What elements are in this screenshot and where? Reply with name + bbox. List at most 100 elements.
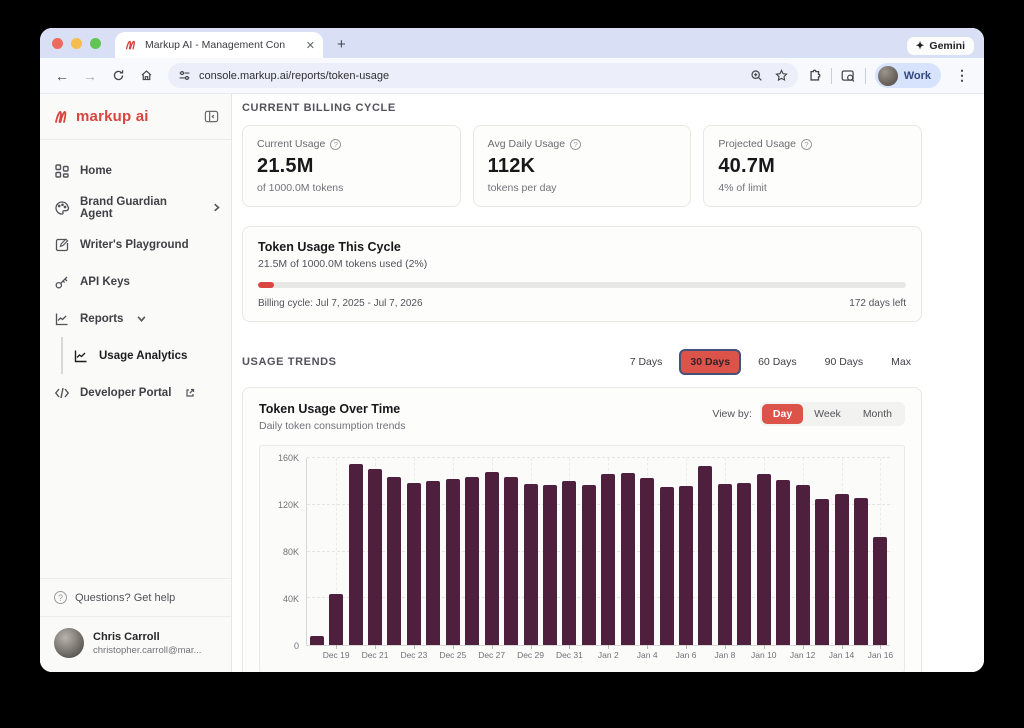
bar-slot [463, 458, 482, 645]
x-tick [336, 645, 337, 649]
bar-jan-10[interactable] [757, 474, 771, 645]
bar-jan-12[interactable] [796, 485, 810, 645]
bar-jan-6[interactable] [679, 486, 693, 645]
x-tick-label: Jan 8 [715, 650, 736, 660]
help-icon[interactable]: ? [330, 139, 341, 150]
user-avatar [54, 628, 84, 658]
range-max[interactable]: Max [880, 349, 922, 375]
bar-jan-8[interactable] [718, 484, 732, 645]
url-bar[interactable]: console.markup.ai/reports/token-usage [168, 63, 798, 88]
url-text[interactable]: console.markup.ai/reports/token-usage [199, 70, 742, 82]
range-90-days[interactable]: 90 Days [814, 349, 875, 375]
sidebar-item-brand-guardian-agent[interactable]: Brand Guardian Agent [54, 189, 221, 226]
bar-jan-14[interactable] [835, 494, 849, 645]
menu-kebab-icon[interactable]: ⋮ [950, 64, 974, 88]
bar-dec-27[interactable] [485, 472, 499, 645]
bar-jan-9[interactable] [737, 483, 751, 645]
bar-jan-1[interactable] [582, 485, 596, 645]
billing-section-title: CURRENT BILLING CYCLE [242, 102, 922, 114]
bar-slot [540, 458, 559, 645]
y-tick-label: 120K [278, 500, 299, 510]
view-by-week[interactable]: Week [803, 404, 852, 424]
profile-chip[interactable]: Work [875, 63, 941, 88]
x-tick-label: Jan 2 [598, 650, 619, 660]
bar-dec-30[interactable] [543, 485, 557, 645]
bar-slot [851, 458, 870, 645]
help-icon[interactable]: ? [570, 139, 581, 150]
sidebar-item-reports[interactable]: Reports [54, 300, 221, 337]
close-window-button[interactable] [52, 38, 63, 49]
window-controls[interactable] [52, 28, 101, 58]
bar-jan-13[interactable] [815, 499, 829, 645]
bar-slot: Dec 23 [404, 458, 423, 645]
reload-button[interactable] [106, 64, 130, 88]
x-tick-label: Jan 12 [790, 650, 816, 660]
line-chart-icon [54, 311, 70, 327]
bar-dec-26[interactable] [465, 477, 479, 645]
card-label: Current Usage [257, 138, 325, 150]
key-icon [54, 274, 70, 290]
bar-dec-21[interactable] [368, 469, 382, 645]
bar-dec-23[interactable] [407, 483, 421, 645]
sidebar-item-api-keys[interactable]: API Keys [54, 263, 221, 300]
new-tab-button[interactable]: + [337, 36, 346, 53]
cycle-title: Token Usage This Cycle [258, 240, 906, 254]
bar-jan-16[interactable] [873, 537, 887, 645]
bar-dec-28[interactable] [504, 477, 518, 645]
range-7-days[interactable]: 7 Days [619, 349, 674, 375]
extensions-icon[interactable] [808, 69, 822, 83]
bar-jan-15[interactable] [854, 498, 868, 645]
site-settings-icon[interactable] [178, 69, 191, 82]
bar-dec-25[interactable] [446, 479, 460, 645]
minimize-window-button[interactable] [71, 38, 82, 49]
zoom-icon[interactable] [750, 69, 763, 82]
zoom-window-button[interactable] [90, 38, 101, 49]
range-30-days[interactable]: 30 Days [679, 349, 741, 375]
card-value: 112K [488, 155, 677, 178]
bar-dec-29[interactable] [524, 484, 538, 645]
bar-dec-24[interactable] [426, 481, 440, 645]
bar-slot [696, 458, 715, 645]
get-help-label: Questions? Get help [75, 592, 175, 604]
sidebar-item-usage-analytics[interactable]: Usage Analytics [73, 337, 221, 374]
sidebar-item-developer-portal[interactable]: Developer Portal [54, 374, 221, 411]
tab-favicon-icon [125, 39, 138, 52]
gemini-badge[interactable]: ✦ Gemini [907, 37, 974, 55]
bar-dec-18[interactable] [310, 636, 324, 645]
view-by-month[interactable]: Month [852, 404, 903, 424]
view-by-day[interactable]: Day [762, 404, 803, 424]
bar-jan-3[interactable] [621, 473, 635, 645]
chart-plot: Dec 19Dec 21Dec 23Dec 25Dec 27Dec 29Dec … [306, 458, 890, 646]
forward-button[interactable]: → [78, 64, 102, 88]
bookmark-star-icon[interactable] [775, 69, 788, 82]
bar-jan-5[interactable] [660, 487, 674, 645]
bar-dec-31[interactable] [562, 481, 576, 645]
sidebar-item-home[interactable]: Home [54, 152, 221, 189]
billing-cycle-range: Billing cycle: Jul 7, 2025 - Jul 7, 2026 [258, 298, 423, 309]
sidebar-item-label: API Keys [80, 276, 130, 288]
bar-slot [774, 458, 793, 645]
bar-jan-4[interactable] [640, 478, 654, 645]
bar-slot: Dec 25 [443, 458, 462, 645]
tab-search-icon[interactable] [841, 69, 856, 83]
bar-jan-7[interactable] [698, 466, 712, 645]
sidebar-item-writers-playground[interactable]: Writer's Playground [54, 226, 221, 263]
bar-chart: 040K80K120K160K Dec 19Dec 21Dec 23Dec 25… [259, 445, 905, 672]
home-button[interactable] [134, 64, 158, 88]
toolbar-divider [865, 68, 866, 84]
help-icon[interactable]: ? [801, 139, 812, 150]
user-profile[interactable]: Chris Carroll christopher.carroll@mar... [40, 616, 231, 672]
bar-slot: Dec 27 [482, 458, 501, 645]
collapse-sidebar-button[interactable] [204, 109, 219, 124]
bar-jan-2[interactable] [601, 474, 615, 645]
bar-dec-20[interactable] [349, 464, 363, 645]
bar-dec-22[interactable] [387, 477, 401, 645]
range-60-days[interactable]: 60 Days [747, 349, 808, 375]
browser-tab[interactable]: Markup AI - Management Con ✕ [115, 32, 323, 58]
bar-dec-19[interactable] [329, 594, 343, 645]
tab-close-icon[interactable]: ✕ [306, 39, 315, 52]
avg-daily-usage-card: Avg Daily Usage? 112K tokens per day [473, 125, 692, 207]
bar-jan-11[interactable] [776, 480, 790, 645]
back-button[interactable]: ← [50, 64, 74, 88]
get-help-link[interactable]: ? Questions? Get help [40, 578, 231, 616]
